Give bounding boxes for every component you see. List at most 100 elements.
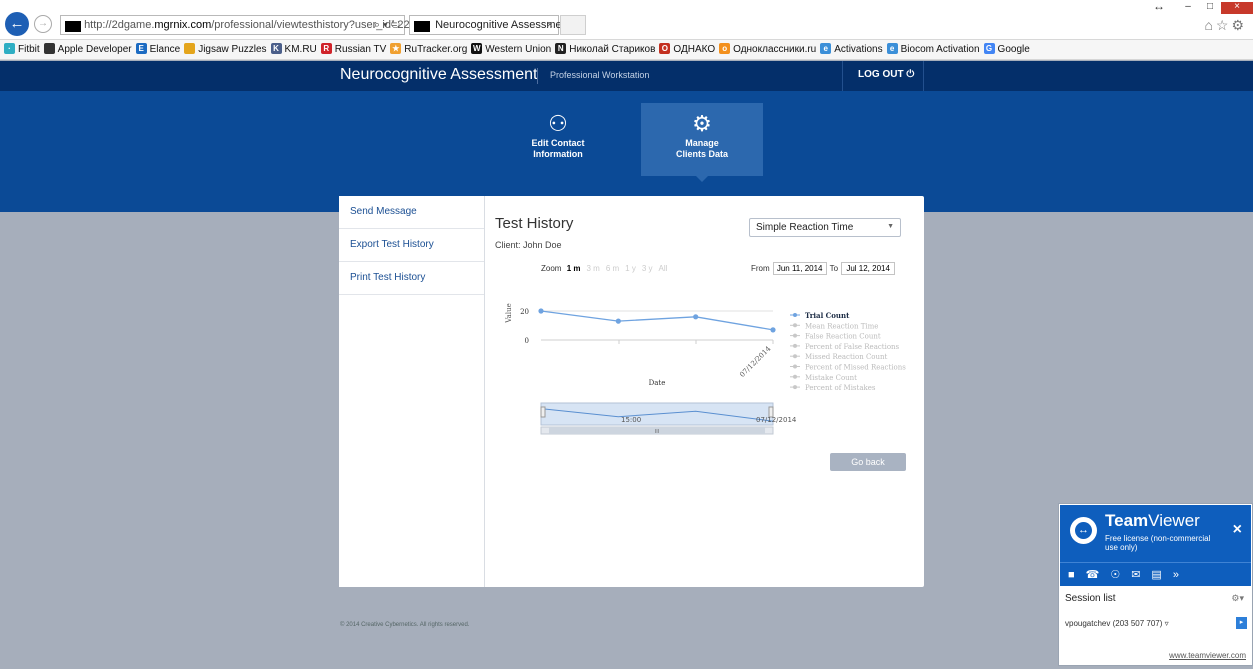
legend-marker: [793, 354, 797, 359]
site-title: Neurocognitive Assessment: [340, 66, 538, 83]
client-name: Client: John Doe: [495, 240, 562, 250]
apple-icon: [43, 42, 55, 54]
zoom-1m-button[interactable]: 1 m: [564, 264, 584, 273]
legend-marker: [793, 374, 797, 379]
bookmark-item[interactable]: N Николай Стариков: [555, 40, 655, 59]
address-search-refresh-icons[interactable]: ⌕ ▾ ↻: [374, 16, 400, 34]
legend-entry: False Reaction Count: [805, 333, 881, 341]
test-history-chart: Value 20 0 07/12/2014 Date Trial Count Mean Re…: [505, 303, 906, 435]
legend-entry: Percent of Missed Reactions: [805, 364, 906, 372]
bookmark-item[interactable]: ★ RuTracker.org: [390, 40, 467, 59]
go-back-button[interactable]: Go back: [830, 453, 906, 471]
resize-arrow-icon: ↔: [1153, 0, 1165, 13]
teamviewer-brand: TeamViewer: [1105, 511, 1200, 530]
bookmark-label: Jigsaw Puzzles: [198, 44, 267, 55]
elance-icon: E: [135, 42, 147, 54]
to-label: To: [829, 264, 839, 273]
legend-marker: [793, 313, 797, 317]
bookmark-item[interactable]: W Western Union: [471, 40, 552, 59]
new-tab-button[interactable]: [560, 15, 586, 35]
bookmark-item[interactable]: Jigsaw Puzzles: [184, 40, 267, 59]
home-favorites-settings-icons[interactable]: ⌂☆⚙: [1204, 17, 1247, 34]
edit-contact-label-2: Information: [533, 149, 583, 159]
date-range: From To: [748, 262, 896, 275]
gear-icon[interactable]: ⚙▾: [1231, 593, 1244, 604]
bookmark-item[interactable]: G Google: [983, 40, 1030, 59]
from-date-input[interactable]: [772, 262, 827, 275]
favorites-bar: · Fitbit Apple Developer E Elance Jigsaw Puzz…: [0, 40, 1253, 60]
bookmark-item[interactable]: Apple Developer: [43, 40, 132, 59]
teamviewer-link[interactable]: www.teamviewer.com: [1169, 651, 1246, 660]
header-divider: [923, 61, 924, 91]
sidebar-item-print-test-history[interactable]: Print Test History: [339, 262, 484, 295]
bookmark-item[interactable]: e Activations: [820, 40, 883, 59]
legend-marker: [793, 343, 797, 348]
odnako-icon: O: [659, 42, 671, 54]
active-nav-pointer: [696, 176, 708, 182]
test-type-select[interactable]: Simple Reaction Time ▼: [749, 218, 901, 237]
bookmark-label: Russian TV: [334, 44, 387, 55]
header-divider: [537, 68, 538, 84]
zoom-3y-button[interactable]: 3 y: [639, 264, 656, 273]
ie-page-icon: e: [886, 42, 898, 54]
bookmark-item[interactable]: K KM.RU: [270, 40, 317, 59]
bookmark-label: Activations: [834, 44, 883, 55]
zoom-3m-button[interactable]: 3 m: [583, 264, 602, 273]
page-title: Test History: [495, 215, 574, 232]
zoom-all-button[interactable]: All: [656, 264, 671, 273]
bookmark-item[interactable]: o Одноклассники.ru: [719, 40, 817, 59]
data-point: [770, 327, 776, 333]
forward-button[interactable]: →: [34, 15, 52, 33]
bookmark-item[interactable]: E Elance: [135, 40, 180, 59]
content-card: Send Message Export Test History Print T…: [339, 196, 924, 587]
legend-marker: [793, 385, 797, 390]
teamviewer-header: ↔ TeamViewer Free license (non-commercia…: [1060, 505, 1251, 562]
bookmark-item[interactable]: e Biocom Activation: [886, 40, 980, 59]
close-icon[interactable]: ×: [1233, 521, 1242, 539]
navigator-scroll-grip: III: [655, 429, 659, 435]
western-union-icon: W: [471, 42, 483, 54]
legend-entry: Mean Reaction Time: [805, 322, 878, 330]
teamviewer-arrows-icon: ↔: [1075, 522, 1092, 539]
bookmark-label: Apple Developer: [57, 44, 132, 55]
address-text: http://2dgame.mgrnix.com/professional/vi…: [84, 19, 410, 31]
session-contact[interactable]: vpougatchev (203 507 707) ▿: [1065, 619, 1169, 628]
zoom-6m-button[interactable]: 6 m: [603, 264, 622, 273]
teamviewer-toolbar-icons[interactable]: ■☎☉✉▤»: [1060, 562, 1251, 586]
navigator-label: 07/12/2014: [756, 416, 797, 424]
legend-marker: [793, 323, 797, 328]
bookmark-item[interactable]: · Fitbit: [4, 40, 40, 59]
legend-entry: Percent of False Reactions: [805, 343, 900, 351]
logout-button[interactable]: LOG OUT ⏻: [858, 69, 914, 80]
browser-window-caption: ← → http://2dgame.mgrnix.com/professiona…: [0, 0, 1253, 40]
browser-tab[interactable]: Neurocognitive Assessmen... ×: [409, 15, 577, 35]
bookmark-label: Western Union: [485, 44, 552, 55]
user-add-icon: ⚇: [548, 111, 568, 136]
back-button[interactable]: ←: [5, 12, 29, 36]
tab-title: Neurocognitive Assessmen...: [435, 19, 577, 31]
bookmark-item[interactable]: R Russian TV: [320, 40, 387, 59]
to-date-input[interactable]: [841, 262, 896, 275]
sidebar-item-export-test-history[interactable]: Export Test History: [339, 229, 484, 262]
series-line-trial-count: [540, 310, 774, 331]
manage-clients-button[interactable]: ⚙ Manage Clients Data: [641, 103, 763, 176]
bookmark-label: Одноклассники.ru: [733, 44, 817, 55]
address-bar[interactable]: http://2dgame.mgrnix.com/professional/vi…: [60, 15, 410, 35]
window-close-icon[interactable]: ×: [1221, 2, 1253, 14]
maximize-icon[interactable]: □: [1199, 2, 1221, 14]
edit-contact-button[interactable]: ⚇ Edit Contact Information: [497, 103, 619, 176]
connect-icon[interactable]: ▸: [1236, 617, 1247, 629]
bookmark-item[interactable]: O ОДНАКО: [659, 40, 715, 59]
from-label: From: [751, 264, 770, 273]
bookmark-label: Google: [997, 44, 1030, 55]
minimize-icon[interactable]: –: [1177, 2, 1199, 14]
sidebar-item-send-message[interactable]: Send Message: [339, 196, 484, 229]
teamviewer-license: Free license (non-commercial use only): [1105, 534, 1211, 552]
russian-tv-icon: R: [320, 42, 332, 54]
hero-nav: ⚇ Edit Contact Information ⚙ Manage Clie…: [0, 91, 1253, 212]
site-subtitle: Professional Workstation: [550, 70, 650, 80]
manage-clients-label-2: Clients Data: [675, 149, 728, 159]
main-panel: Test History Client: John Doe Simple Rea…: [485, 196, 924, 587]
zoom-1y-button[interactable]: 1 y: [622, 264, 639, 273]
tab-close-icon[interactable]: ×: [547, 16, 553, 34]
